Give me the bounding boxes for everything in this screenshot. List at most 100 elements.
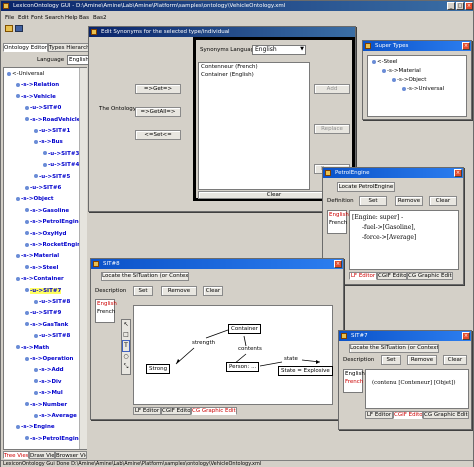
menu-file[interactable]: File xyxy=(5,15,14,21)
supertype-node[interactable]: -s->Object xyxy=(392,76,426,84)
get-button[interactable]: =>Get=> xyxy=(135,84,181,94)
language-select[interactable]: English xyxy=(67,55,89,65)
tree-node[interactable]: -u->SIT#7 xyxy=(25,287,62,295)
maximize-button[interactable]: □ xyxy=(456,2,464,10)
tree-node[interactable]: -s->Engine xyxy=(16,423,55,431)
menu-font[interactable]: Font xyxy=(31,15,43,21)
tree-node[interactable]: -s->RoadVehicle xyxy=(25,116,80,124)
tab-browser-view[interactable]: Browser View xyxy=(55,451,87,459)
synonyms-list[interactable]: Contenneur (French) Container (English) xyxy=(198,62,310,190)
concept-strong[interactable]: Strong xyxy=(146,364,171,374)
supertypes-close-button[interactable]: × xyxy=(462,42,470,50)
sit7-clear-button[interactable]: Clear xyxy=(443,355,467,365)
sit7-set-button[interactable]: Set xyxy=(381,355,401,365)
tree-node[interactable]: -u->SIT#4 xyxy=(43,161,79,169)
tab-ontology-editor[interactable]: Ontology Editor xyxy=(3,43,48,52)
sit8-tab-cgif-editor[interactable]: CGIF Editor xyxy=(161,407,191,415)
menu-bas2[interactable]: Bas2 xyxy=(93,15,107,21)
concept-container[interactable]: Container xyxy=(228,324,261,334)
toolbar-save-icon[interactable] xyxy=(15,25,23,32)
lang-english[interactable]: English xyxy=(328,211,349,219)
tree-node[interactable]: -s->PetrolEngine xyxy=(25,435,82,443)
tree-node[interactable]: -s->GasTank xyxy=(25,321,68,329)
sit8-locate-button[interactable]: Locate the SITuation (or Context) xyxy=(101,272,189,281)
tree-node[interactable]: -s->Container xyxy=(16,275,64,283)
tree-node[interactable]: -u->SIT#5 xyxy=(34,173,70,181)
concept-state[interactable]: State = Explosive xyxy=(278,366,333,376)
tree-node[interactable]: -u->SIT#8 xyxy=(34,332,70,340)
tree-node[interactable]: -s->Math xyxy=(16,344,49,352)
sit8-tab-lf-editor[interactable]: LF Editor xyxy=(133,407,161,415)
sit7-tab-lf-editor[interactable]: LF Editor xyxy=(365,411,393,419)
lang-french[interactable]: French xyxy=(328,219,347,227)
relation-contents[interactable]: contents xyxy=(238,346,262,352)
tree-node[interactable]: -s->Relation xyxy=(16,81,59,89)
lang-french[interactable]: French xyxy=(344,378,363,386)
tree-node[interactable]: -s->Add xyxy=(34,366,64,374)
minimize-button[interactable]: _ xyxy=(447,2,455,10)
lang-english[interactable]: English xyxy=(96,300,117,308)
cg-canvas[interactable]: Container strength contents Strong Perso… xyxy=(133,305,333,405)
relation-tool-icon[interactable]: ○ xyxy=(122,352,130,362)
sit7-tab-cg-graphic-editor[interactable]: CG Graphic Editor xyxy=(423,411,469,419)
tree-node[interactable]: -u->SIT#8 xyxy=(34,298,70,306)
tree-node[interactable]: -s->Vehicle xyxy=(16,93,56,101)
sit8-clear-button[interactable]: Clear xyxy=(203,286,223,296)
tree-node[interactable]: -s->RocketEngine xyxy=(25,241,85,249)
tree-node[interactable]: -u->SIT#6 xyxy=(25,184,61,192)
petrol-set-button[interactable]: Set xyxy=(359,196,387,206)
tree-node[interactable]: -s->Object xyxy=(16,195,54,203)
sit7-locate-button[interactable]: Locate the SITuation (or Context) xyxy=(349,344,439,353)
tree-node[interactable]: -s->OxyHyd xyxy=(25,230,66,238)
menu-bas[interactable]: Bas xyxy=(79,15,89,21)
tree-node[interactable]: -s->PetrolEngine xyxy=(25,218,82,226)
tree-node[interactable]: <-Universal xyxy=(7,70,44,78)
tree-node[interactable]: -u->SIT#0 xyxy=(25,104,61,112)
petrol-tab-cgif-editor[interactable]: CGIF Editor xyxy=(377,272,407,280)
concept-tool-icon[interactable]: □ xyxy=(122,330,130,340)
sit8-set-button[interactable]: Set xyxy=(133,286,153,296)
tree-node[interactable]: -s->Average xyxy=(34,412,77,420)
synonyms-language-select[interactable]: English ▼ xyxy=(252,45,306,55)
concept-person[interactable]: Person: ... xyxy=(226,362,260,372)
synonym-item[interactable]: Contenneur (French) xyxy=(199,63,309,71)
set-button[interactable]: <=Set<= xyxy=(135,130,181,140)
tree-node[interactable]: -s->Steel xyxy=(25,264,58,272)
relation-state[interactable]: state xyxy=(284,356,298,362)
petrol-close-button[interactable]: × xyxy=(454,169,462,177)
tree-node[interactable]: -u->SIT#1 xyxy=(34,127,70,135)
tree-node[interactable]: -s->Number xyxy=(25,401,67,409)
lang-french[interactable]: French xyxy=(96,308,115,316)
sit8-tab-cg-graphic-editor[interactable]: CG Graphic Editor xyxy=(191,407,237,415)
sit7-remove-button[interactable]: Remove xyxy=(407,355,437,365)
sit7-tab-cgif-editor[interactable]: CGIF Editor xyxy=(393,411,423,419)
tab-tree-view[interactable]: Tree View xyxy=(3,451,29,459)
add-button[interactable]: Add xyxy=(314,84,350,94)
toolbar-open-icon[interactable] xyxy=(5,25,13,32)
sit7-language-list[interactable]: English French xyxy=(343,369,365,393)
get-all-button[interactable]: =>GetAll=> xyxy=(135,107,181,117)
petrol-remove-button[interactable]: Remove xyxy=(395,196,423,206)
close-button[interactable]: × xyxy=(465,2,473,10)
menu-edit[interactable]: Edit xyxy=(18,15,29,21)
tree-node[interactable]: -s->Bus xyxy=(34,138,63,146)
tree-node[interactable]: -s->Div xyxy=(34,378,61,386)
locate-petrol-button[interactable]: Locate PetrolEngine xyxy=(337,182,395,192)
sit8-remove-button[interactable]: Remove xyxy=(161,286,197,296)
supertype-node[interactable]: -s->Universal xyxy=(402,85,444,93)
sit8-close-button[interactable]: × xyxy=(334,260,342,268)
tree-node[interactable]: -s->Mul xyxy=(34,389,63,397)
sit8-language-list[interactable]: English French xyxy=(95,299,117,323)
sit7-cgif-text[interactable]: (contenu [Conteneur] [Objet]) xyxy=(365,369,469,409)
relation-strength[interactable]: strength xyxy=(192,340,215,346)
tree-scrollbar[interactable] xyxy=(79,68,87,449)
tree-node[interactable]: -s->Operation xyxy=(25,355,73,363)
lang-english[interactable]: English xyxy=(344,370,365,378)
tree-node[interactable]: -s->Material xyxy=(16,252,59,260)
tree-node[interactable]: -u->SIT#9 xyxy=(25,309,61,317)
petrol-clear-button[interactable]: Clear xyxy=(429,196,457,206)
arc-tool-icon[interactable]: ⤡ xyxy=(122,362,130,372)
text-tool-icon[interactable]: T xyxy=(122,340,130,352)
sit7-close-button[interactable]: × xyxy=(462,332,470,340)
tab-draw-view[interactable]: Draw View xyxy=(29,451,55,459)
